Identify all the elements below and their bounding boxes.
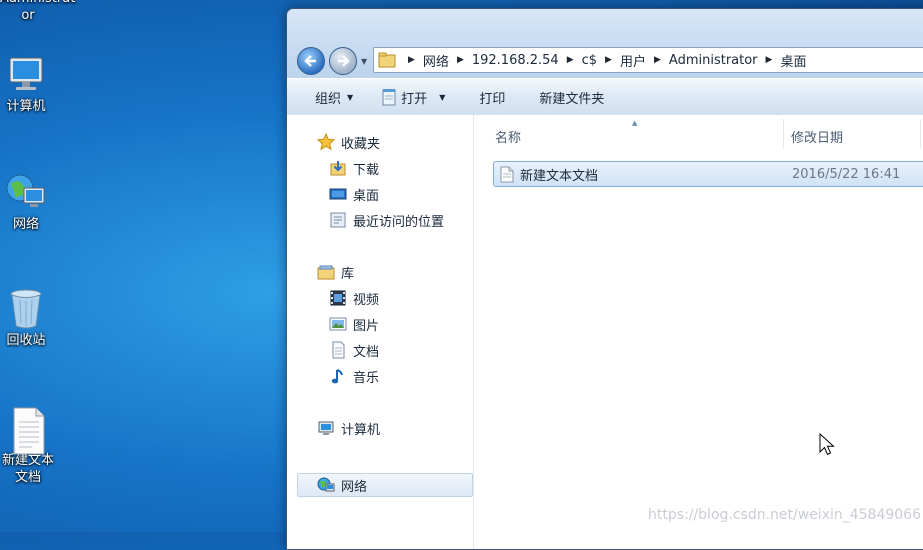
network-icon xyxy=(4,170,48,214)
back-button[interactable] xyxy=(297,47,325,75)
sidebar-item-pictures[interactable]: 图片 xyxy=(329,313,379,335)
column-divider[interactable] xyxy=(783,119,784,149)
explorer-window: ▼ ▶ 网络 ▶ 192.168.2.54 ▶ c$ ▶ 用户 ▶ Administra… xyxy=(286,8,923,550)
breadcrumb-item[interactable]: 网络 ▶ xyxy=(423,51,472,70)
star-icon xyxy=(317,133,335,151)
file-modified-date: 2016/5/22 16:41 xyxy=(792,166,901,182)
desktop-icon-administrator[interactable]: Administrat or xyxy=(0,0,75,24)
text-file-icon xyxy=(6,406,50,455)
desktop-icon-label: Administrat or xyxy=(0,0,75,23)
notepad-icon xyxy=(382,89,396,106)
sidebar-item-favorites[interactable]: 收藏夹 xyxy=(317,131,380,153)
breadcrumb-item[interactable]: c$ ▶ xyxy=(582,53,620,68)
content-area: 收藏夹 下载 桌面 最近访问的位置 库 视频 图片 文档 音乐 计算机 网络 ▲… xyxy=(287,115,923,549)
breadcrumb-chevron-icon[interactable]: ▶ xyxy=(766,55,773,65)
desktop-icon-label: 新建文本文档 xyxy=(1,453,54,485)
sidebar-item-recent[interactable]: 最近访问的位置 xyxy=(329,209,444,231)
desktop-icon-label: 回收站 xyxy=(6,333,46,348)
desktop-icon-label: 计算机 xyxy=(6,99,46,114)
column-divider[interactable] xyxy=(920,119,921,149)
music-note-icon xyxy=(331,369,343,384)
forward-button[interactable] xyxy=(329,47,357,75)
downloads-folder-icon xyxy=(330,161,346,176)
folder-icon xyxy=(378,52,396,68)
desktop-icon-network[interactable]: 网络 xyxy=(0,170,54,233)
sort-ascending-icon: ▲ xyxy=(632,119,638,127)
desktop-icon-recycle-bin[interactable]: 回收站 xyxy=(0,286,54,349)
sidebar-item-computer[interactable]: 计算机 xyxy=(317,417,380,439)
file-list-pane: ▲ 名称 修改日期 新建文本文档 2016/5/22 16:41 xyxy=(474,115,923,549)
recycle-bin-icon xyxy=(4,286,48,330)
desktop-icon-label: 网络 xyxy=(12,217,39,232)
sidebar-item-desktop[interactable]: 桌面 xyxy=(329,183,379,205)
print-button[interactable]: 打印 xyxy=(457,79,517,115)
computer-icon xyxy=(4,52,48,96)
breadcrumb-item[interactable]: Administrator ▶ xyxy=(669,53,781,68)
arrow-left-icon xyxy=(304,55,316,67)
navigation-bar: ▼ ▶ 网络 ▶ 192.168.2.54 ▶ c$ ▶ 用户 ▶ Administra… xyxy=(287,9,923,78)
file-name: 新建文本文档 xyxy=(520,168,599,184)
navigation-pane: 收藏夹 下载 桌面 最近访问的位置 库 视频 图片 文档 音乐 计算机 网络 xyxy=(295,115,474,549)
column-header-modified[interactable]: 修改日期 xyxy=(791,127,843,146)
text-file-icon xyxy=(500,166,514,182)
sidebar-item-downloads[interactable]: 下载 xyxy=(329,157,379,179)
breadcrumb-item[interactable]: 用户 ▶ xyxy=(620,51,669,70)
breadcrumb-item[interactable]: 192.168.2.54 ▶ xyxy=(472,53,582,68)
video-icon xyxy=(330,290,346,306)
desktop-icon-text-file[interactable]: 新建文本文档 xyxy=(0,406,60,486)
organize-button[interactable]: 组织 ▼ xyxy=(287,79,365,115)
address-bar[interactable]: ▶ 网络 ▶ 192.168.2.54 ▶ c$ ▶ 用户 ▶ Administrato… xyxy=(373,47,923,73)
desktop-icon xyxy=(329,188,347,200)
open-button[interactable]: 打开 ▼ xyxy=(365,79,457,115)
column-header-name[interactable]: 名称 xyxy=(495,127,521,146)
sidebar-item-videos[interactable]: 视频 xyxy=(329,287,379,309)
breadcrumb-item[interactable]: 桌面 xyxy=(780,51,806,70)
breadcrumb-chevron-icon[interactable]: ▶ xyxy=(408,55,415,65)
sidebar-item-libraries[interactable]: 库 xyxy=(317,261,354,283)
history-dropdown-icon[interactable]: ▼ xyxy=(361,57,367,66)
document-icon xyxy=(332,341,345,359)
breadcrumb-chevron-icon[interactable]: ▶ xyxy=(457,55,464,65)
breadcrumb-chevron-icon[interactable]: ▶ xyxy=(654,55,661,65)
chevron-down-icon: ▼ xyxy=(347,92,354,102)
mouse-pointer-icon xyxy=(819,433,835,456)
watermark-text: https://blog.csdn.net/weixin_45849066 xyxy=(647,507,921,523)
computer-icon xyxy=(318,421,334,435)
sidebar-item-documents[interactable]: 文档 xyxy=(329,339,379,361)
pictures-icon xyxy=(329,317,347,331)
arrow-right-icon xyxy=(338,55,350,67)
file-row[interactable]: 新建文本文档 2016/5/22 16:41 xyxy=(493,161,923,187)
desktop-icon-computer[interactable]: 计算机 xyxy=(0,52,54,115)
new-folder-button[interactable]: 新建文件夹 xyxy=(517,79,616,115)
sidebar-item-network[interactable]: 网络 xyxy=(297,473,473,497)
recent-places-icon xyxy=(330,212,346,228)
breadcrumb-chevron-icon[interactable]: ▶ xyxy=(605,55,612,65)
sidebar-item-music[interactable]: 音乐 xyxy=(329,365,379,387)
command-toolbar: 组织 ▼ 打开 ▼ 打印 新建文件夹 xyxy=(287,78,923,116)
library-icon xyxy=(317,265,335,280)
network-icon xyxy=(317,477,335,492)
chevron-down-icon: ▼ xyxy=(439,92,446,102)
breadcrumb-chevron-icon[interactable]: ▶ xyxy=(567,55,574,65)
